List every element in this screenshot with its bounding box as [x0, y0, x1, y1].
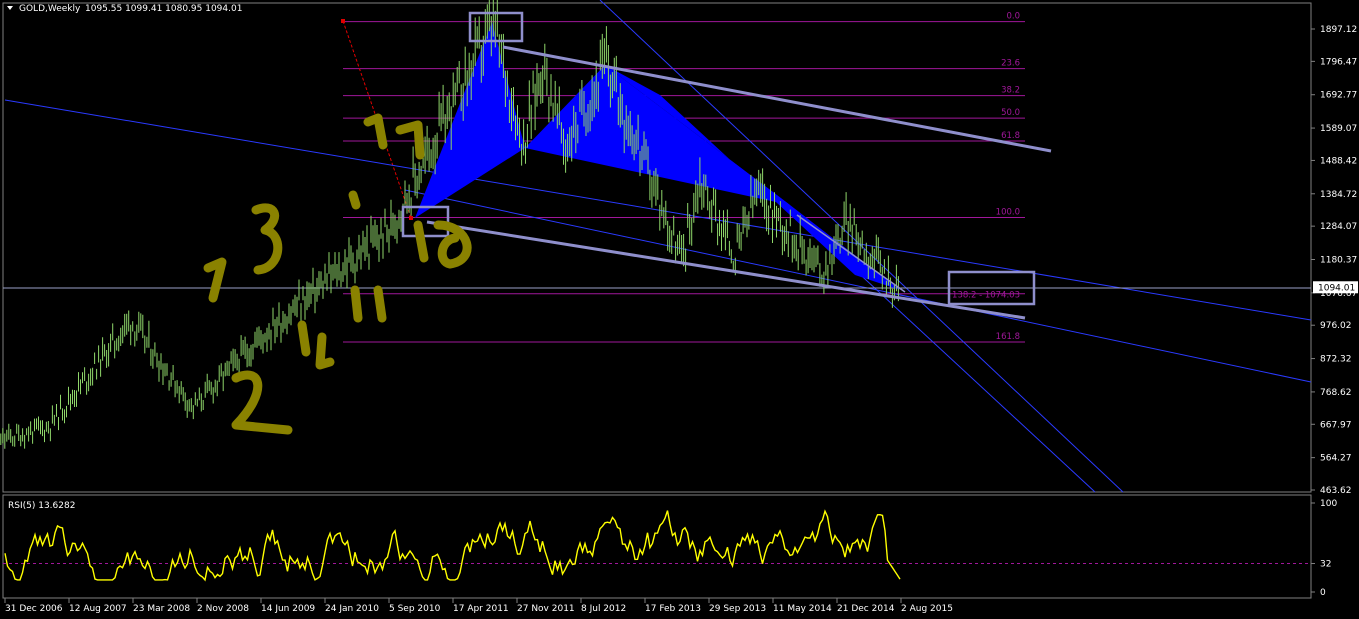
- current-price-tag-text: 1094.01: [1318, 283, 1355, 293]
- price-tick-label: 1384.72: [1320, 190, 1357, 200]
- price-tick-label: 768.62: [1320, 388, 1352, 398]
- price-tick-label: 667.97: [1320, 420, 1352, 430]
- price-tick-label: 1897.12: [1320, 25, 1357, 35]
- time-tick-label: 14 Jun 2009: [261, 604, 315, 614]
- time-tick-label: 2 Nov 2008: [197, 604, 249, 614]
- rsi-tick-label: 0: [1320, 588, 1326, 598]
- symbol-title: GOLD,Weekly: [19, 4, 81, 14]
- fib-level-label: 38.2: [1001, 86, 1020, 96]
- time-tick-label: 8 Jul 2012: [581, 604, 626, 614]
- time-tick-label: 12 Aug 2007: [69, 604, 127, 614]
- time-tick-label: 27 Nov 2011: [517, 604, 575, 614]
- price-tick-label: 564.27: [1320, 454, 1352, 464]
- price-tick-label: 1488.42: [1320, 156, 1357, 166]
- time-tick-label: 31 Dec 2006: [5, 604, 63, 614]
- ohlc-values: 1095.55 1099.41 1080.95 1094.01: [85, 4, 242, 14]
- fib-level-label: 138.2 - 1074.03: [952, 291, 1020, 301]
- time-tick-label: 11 May 2014: [773, 604, 832, 614]
- price-tick-label: 1692.77: [1320, 91, 1357, 101]
- fib-level-label: 50.0: [1001, 108, 1020, 118]
- fib-level-label: 23.6: [1001, 59, 1020, 69]
- price-tick-label: 872.32: [1320, 355, 1352, 365]
- price-tick-label: 463.62: [1320, 486, 1352, 496]
- time-tick-label: 23 Mar 2008: [133, 604, 190, 614]
- price-tick-label: 1796.47: [1320, 57, 1357, 67]
- fib-level-label: 161.8: [996, 332, 1020, 342]
- rsi-tick-label: 100: [1320, 499, 1337, 509]
- rsi-label: RSI(5) 13.6282: [8, 501, 75, 511]
- time-tick-label: 2 Aug 2015: [901, 604, 953, 614]
- handwritten-stroke: [348, 190, 361, 210]
- time-tick-label: 24 Jan 2010: [325, 604, 379, 614]
- fib-level-label: 61.8: [1001, 131, 1020, 141]
- chart-canvas[interactable]: 0.0 23.6 38.2 50.0 61.8 100.0 138.2 - 1074.03 1…: [0, 0, 1359, 619]
- price-tick-label: 1284.07: [1320, 222, 1357, 232]
- time-tick-label: 17 Apr 2011: [453, 604, 509, 614]
- time-tick-label: 21 Dec 2014: [837, 604, 895, 614]
- time-tick-label: 17 Feb 2013: [645, 604, 701, 614]
- time-tick-label: 5 Sep 2010: [389, 604, 441, 614]
- price-tick-label: 1180.37: [1320, 256, 1357, 266]
- fib-level-label: 100.0: [996, 207, 1020, 217]
- price-tick-label: 1589.07: [1320, 124, 1357, 134]
- fib-level-label: 0.0: [1006, 12, 1020, 22]
- rsi-tick-label: 32: [1320, 560, 1331, 570]
- fib-anchor-point: [409, 216, 413, 220]
- price-tick-label: 976.02: [1320, 321, 1352, 331]
- time-tick-label: 29 Sep 2013: [709, 604, 766, 614]
- fib-anchor-point: [341, 19, 345, 23]
- rsi-panel: [2, 494, 1312, 599]
